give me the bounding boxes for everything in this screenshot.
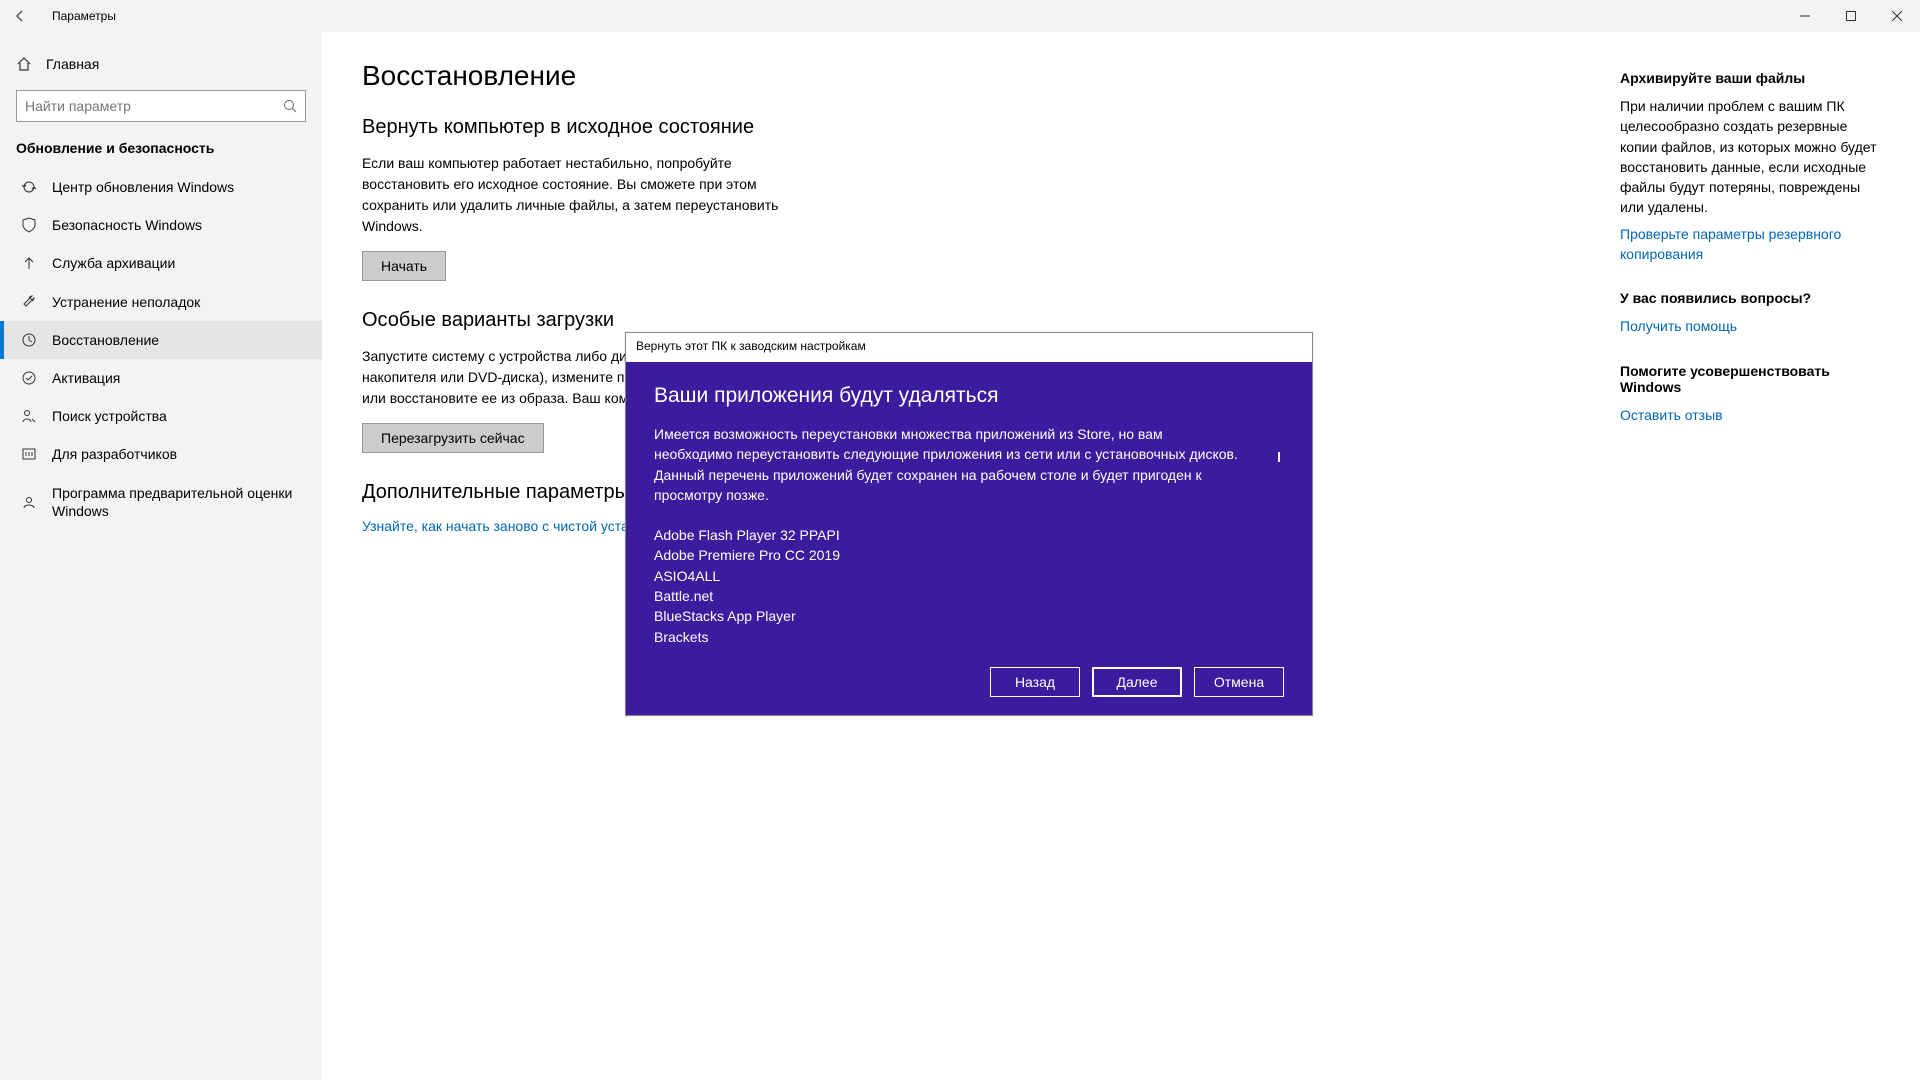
sidebar-item-label: Поиск устройства: [52, 407, 167, 425]
sidebar-item-developers[interactable]: Для разработчиков: [0, 435, 322, 473]
maximize-button[interactable]: [1828, 0, 1874, 32]
window-titlebar: Параметры: [0, 0, 1920, 32]
sidebar-item-label: Для разработчиков: [52, 445, 177, 463]
sidebar-item-backup[interactable]: Служба архивации: [0, 244, 322, 282]
minimize-button[interactable]: [1782, 0, 1828, 32]
rail-backup-link[interactable]: Проверьте параметры резервного копирован…: [1620, 224, 1880, 265]
advanced-startup-heading: Особые варианты загрузки: [362, 309, 1282, 332]
arrow-up-icon: [20, 254, 38, 272]
rail-help-link[interactable]: Получить помощь: [1620, 316, 1880, 336]
home-label: Главная: [46, 56, 99, 72]
sidebar-item-recovery[interactable]: Восстановление: [0, 321, 322, 359]
insider-icon: [20, 493, 38, 511]
sidebar-category: Обновление и безопасность: [0, 140, 322, 168]
sidebar: Главная Обновление и безопасность Центр …: [0, 32, 322, 1080]
reset-dialog: Вернуть этот ПК к заводским настройкам В…: [625, 332, 1313, 716]
sidebar-item-activation[interactable]: Активация: [0, 359, 322, 397]
restart-now-button[interactable]: Перезагрузить сейчас: [362, 423, 544, 453]
clock-icon: [20, 331, 38, 349]
sidebar-item-update[interactable]: Центр обновления Windows: [0, 168, 322, 206]
app-item: Adobe Flash Player 32 PPAPI: [654, 525, 1284, 545]
rail-backup-title: Архивируйте ваши файлы: [1620, 70, 1880, 86]
app-item: Battle.net: [654, 586, 1284, 606]
search-icon: [283, 99, 297, 113]
check-circle-icon: [20, 369, 38, 387]
sidebar-item-label: Центр обновления Windows: [52, 178, 234, 196]
dialog-scrollbar[interactable]: [1278, 452, 1280, 462]
app-item: BlueStacks App Player: [654, 606, 1284, 626]
code-icon: [20, 445, 38, 463]
shield-icon: [20, 216, 38, 234]
wrench-icon: [20, 293, 38, 311]
dialog-desc: Имеется возможность переустановки множес…: [654, 424, 1244, 505]
dialog-heading: Ваши приложения будут удаляться: [654, 384, 1284, 408]
sidebar-item-label: Устранение неполадок: [52, 293, 200, 311]
reset-start-button[interactable]: Начать: [362, 251, 446, 281]
rail-backup-text: При наличии проблем с вашим ПК целесообр…: [1620, 96, 1880, 218]
dialog-app-list: Adobe Flash Player 32 PPAPI Adobe Premie…: [654, 525, 1284, 647]
rail-questions-title: У вас появились вопросы?: [1620, 290, 1880, 306]
rail-feedback-title: Помогите усовершенствовать Windows: [1620, 363, 1880, 395]
page-title: Восстановление: [362, 60, 1282, 92]
search-input[interactable]: [25, 98, 283, 114]
close-button[interactable]: [1874, 0, 1920, 32]
home-icon: [16, 56, 32, 72]
window-title: Параметры: [52, 9, 116, 23]
app-item: Adobe Premiere Pro CC 2019: [654, 545, 1284, 565]
app-item: ASIO4ALL: [654, 566, 1284, 586]
search-input-wrapper[interactable]: [16, 90, 306, 122]
back-button[interactable]: [8, 4, 32, 28]
sidebar-item-label: Восстановление: [52, 331, 159, 349]
sidebar-item-find-device[interactable]: Поиск устройства: [0, 397, 322, 435]
dialog-titlebar: Вернуть этот ПК к заводским настройкам: [626, 333, 1312, 362]
rail-feedback-link[interactable]: Оставить отзыв: [1620, 405, 1880, 425]
sidebar-item-security[interactable]: Безопасность Windows: [0, 206, 322, 244]
sidebar-item-label: Программа предварительной оценки Windows: [52, 484, 306, 520]
sidebar-item-label: Активация: [52, 369, 120, 387]
home-link[interactable]: Главная: [0, 46, 322, 82]
person-search-icon: [20, 407, 38, 425]
app-item: Brackets: [654, 627, 1284, 647]
reset-pc-heading: Вернуть компьютер в исходное состояние: [362, 116, 1282, 139]
sync-icon: [20, 178, 38, 196]
dialog-back-button[interactable]: Назад: [990, 667, 1080, 697]
sidebar-item-label: Служба архивации: [52, 254, 175, 272]
dialog-next-button[interactable]: Далее: [1092, 667, 1182, 697]
reset-pc-desc: Если ваш компьютер работает нестабильно,…: [362, 153, 822, 237]
sidebar-item-label: Безопасность Windows: [52, 216, 202, 234]
dialog-cancel-button[interactable]: Отмена: [1194, 667, 1284, 697]
right-rail: Архивируйте ваши файлы При наличии пробл…: [1620, 60, 1880, 1080]
sidebar-item-troubleshoot[interactable]: Устранение неполадок: [0, 283, 322, 321]
sidebar-item-insider[interactable]: Программа предварительной оценки Windows: [0, 474, 322, 530]
